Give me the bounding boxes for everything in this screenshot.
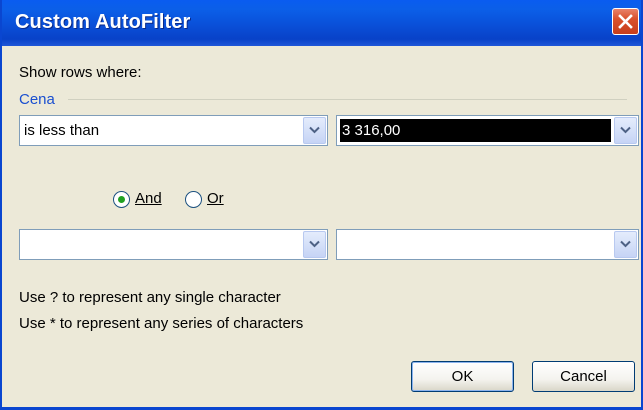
or-label[interactable]: Or xyxy=(207,190,224,207)
chevron-down-icon xyxy=(309,126,320,134)
close-icon xyxy=(618,14,633,29)
cancel-button[interactable]: Cancel xyxy=(532,361,635,392)
hint-single-char: Use ? to represent any single character xyxy=(19,289,281,306)
condition2-value-dropdown-button[interactable] xyxy=(614,231,637,258)
chevron-down-icon xyxy=(309,240,320,248)
chevron-down-icon xyxy=(620,240,631,248)
hint-series-chars: Use * to represent any series of charact… xyxy=(19,315,304,332)
condition2-value-combo[interactable] xyxy=(336,229,639,260)
condition1-value-input[interactable]: 3 316,00 xyxy=(340,119,611,142)
chevron-down-icon xyxy=(620,126,631,134)
or-radio[interactable] xyxy=(185,191,202,208)
condition1-value-text: 3 316,00 xyxy=(342,122,401,139)
custom-autofilter-dialog: Custom AutoFilter Show rows where: Cena … xyxy=(0,0,643,410)
condition2-operator-dropdown-button[interactable] xyxy=(303,231,326,258)
title-bar[interactable]: Custom AutoFilter xyxy=(2,0,641,46)
and-radio[interactable] xyxy=(113,191,130,208)
radio-selected-dot xyxy=(118,196,125,203)
condition2-operator-select[interactable] xyxy=(19,229,328,260)
close-button[interactable] xyxy=(612,8,639,35)
condition1-operator-dropdown-button[interactable] xyxy=(303,117,326,144)
show-rows-label: Show rows where: xyxy=(19,64,142,81)
condition1-operator-value: is less than xyxy=(24,122,100,139)
field-group-label: Cena xyxy=(19,91,55,108)
condition1-value-dropdown-button[interactable] xyxy=(614,117,637,144)
ok-button[interactable]: OK xyxy=(411,361,514,392)
condition1-operator-select[interactable]: is less than xyxy=(19,115,328,146)
and-label[interactable]: And xyxy=(135,190,162,207)
condition1-value-combo[interactable]: 3 316,00 xyxy=(336,115,639,146)
group-divider xyxy=(68,99,627,100)
window-title: Custom AutoFilter xyxy=(15,11,191,33)
